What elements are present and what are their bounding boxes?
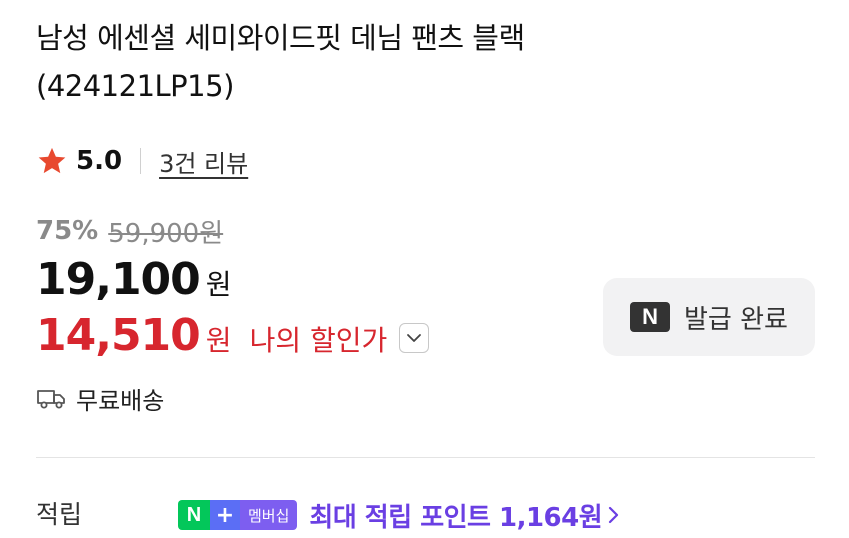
rating-divider (140, 148, 142, 174)
sale-price-unit: 원 (205, 268, 232, 301)
naver-plus-membership-badge: N + 멤버십 (178, 500, 298, 530)
sale-price: 19,100 (36, 254, 201, 305)
coupon-issued-button[interactable]: N 발급 완료 (603, 278, 815, 356)
shipping-row: 무료배송 (36, 380, 164, 416)
plus-icon: + (210, 500, 240, 530)
naver-n-icon: N (178, 500, 210, 530)
chevron-down-icon (407, 334, 422, 342)
truck-icon (37, 390, 65, 409)
original-price-row: 75% 59,900원 (36, 213, 223, 249)
product-title: 남성 에센셜 세미와이드핏 데님 팬츠 블랙 (424121LP15) (36, 21, 525, 103)
star-icon (38, 147, 66, 174)
reviews-link[interactable]: 3건 리뷰 (159, 144, 248, 179)
sale-price-row: 19,100 원 (36, 254, 232, 310)
my-price-label: 나의 할인가 (249, 324, 388, 357)
coupon-status-label: 발급 완료 (684, 304, 788, 335)
section-divider (36, 457, 815, 458)
naver-n-icon: N (630, 302, 671, 332)
chevron-right-icon (609, 506, 619, 524)
shipping-label: 무료배송 (76, 386, 165, 415)
rating-score: 5.0 (76, 146, 123, 176)
points-row[interactable]: N + 멤버십 최대 적립 포인트 1,164원 (178, 496, 620, 534)
my-price-row: 14,510 원 나의 할인가 (36, 310, 430, 366)
points-section-label: 적립 (36, 500, 83, 529)
discount-percent: 75% (36, 216, 99, 246)
membership-label: 멤버십 (240, 500, 298, 530)
rating-row: 5.0 3건 리뷰 (36, 140, 248, 182)
my-price: 14,510 (36, 310, 201, 361)
my-price-unit: 원 (205, 324, 232, 357)
expand-my-price-button[interactable] (399, 323, 430, 353)
max-points-text: 최대 적립 포인트 1,164원 (309, 502, 603, 533)
original-price: 59,900원 (108, 218, 224, 249)
